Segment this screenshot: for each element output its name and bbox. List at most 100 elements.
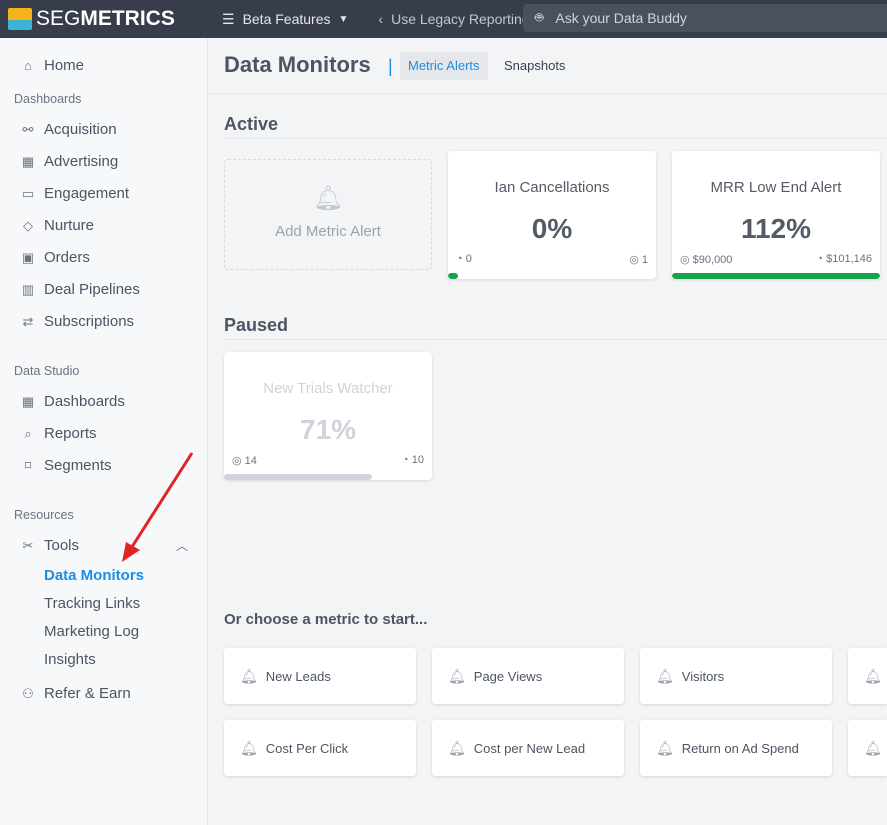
- card-title: New Trials Watcher: [263, 380, 393, 397]
- section-dashboards: Dashboards: [14, 92, 82, 106]
- add-metric-alert-button[interactable]: 🔔︎ Add Metric Alert: [224, 159, 432, 270]
- label: Segments: [44, 457, 112, 474]
- bell-icon: 🔔︎: [240, 739, 258, 756]
- tag-icon: ◇: [23, 217, 33, 233]
- home-icon: ⌂: [24, 57, 32, 73]
- target-value: 1: [641, 254, 648, 266]
- robot-icon: 🤖︎: [535, 9, 544, 25]
- progress-bar: [224, 474, 372, 480]
- sidebar-item-segments[interactable]: ⌑ Segments: [20, 457, 112, 474]
- sidebar-item-nurture[interactable]: ◇ Nurture: [20, 217, 94, 234]
- share-icon: ⚯: [22, 121, 34, 137]
- card-start: ◎ $90,000: [680, 254, 733, 266]
- card-value: 0%: [531, 213, 573, 244]
- beta-features-dropdown[interactable]: ☰ Beta Features ▼: [222, 11, 348, 28]
- message-icon: ▭: [21, 185, 35, 201]
- alert-card[interactable]: MRR Low End Alert 112% ◎ $90,000 ◔ $101,…: [672, 151, 880, 279]
- data-buddy-input[interactable]: 🤖︎ Ask your Data Buddy: [523, 4, 887, 32]
- sidebar-item-home[interactable]: ⌂ Home: [20, 57, 84, 74]
- beta-label: Beta Features: [242, 11, 331, 27]
- section-active: Active: [224, 114, 279, 134]
- ask-placeholder: Ask your Data Buddy: [555, 10, 687, 26]
- sidebar-item-advertising[interactable]: ▦ Advertising: [20, 153, 118, 170]
- page-title: Data Monitors: [224, 52, 371, 77]
- card-target: ◔ 10: [402, 454, 424, 466]
- bell-icon: 🔔︎: [864, 667, 882, 684]
- section-resources: Resources: [14, 508, 74, 522]
- divider: [208, 93, 887, 94]
- metric-option[interactable]: 🔔︎ Return on Ad Spend: [640, 720, 832, 776]
- target-value: 10: [411, 454, 424, 466]
- metric-option[interactable]: 🔔︎: [848, 648, 887, 704]
- card-target: ◎ 1: [629, 254, 648, 266]
- metric-option[interactable]: 🔔︎: [848, 720, 887, 776]
- sidebar-item-subscriptions[interactable]: ⇄ Subscriptions: [20, 313, 135, 330]
- card-value: 71%: [299, 414, 357, 445]
- users-icon: ⚇: [22, 685, 34, 701]
- label: Reports: [44, 425, 97, 442]
- bell-icon: 🔔︎: [656, 667, 674, 684]
- tools-icon: ✂: [22, 537, 34, 553]
- sidebar-item-orders[interactable]: ▣ Orders: [20, 249, 90, 266]
- tab-snapshots[interactable]: Snapshots: [496, 52, 573, 80]
- red-arrow-annotation: [122, 452, 194, 562]
- choose-metric-heading: Or choose a metric to start...: [224, 611, 428, 628]
- start-value: $90,000: [692, 254, 733, 266]
- tab-metric-alerts[interactable]: Metric Alerts: [400, 52, 488, 80]
- metric-option[interactable]: 🔔︎ Page Views: [432, 648, 624, 704]
- pipeline-icon: ▥: [21, 281, 35, 297]
- label: Visitors: [681, 668, 725, 684]
- bell-icon: 🔔︎: [312, 185, 344, 212]
- box-icon: ▣: [21, 249, 35, 265]
- label: Acquisition: [44, 121, 117, 138]
- metric-option[interactable]: 🔔︎ Visitors: [640, 648, 832, 704]
- card-start: ◔ 0: [456, 253, 472, 265]
- label: Orders: [44, 249, 90, 266]
- label: Dashboards: [44, 393, 125, 410]
- sidebar-item-dashboards[interactable]: ▦ Dashboards: [20, 393, 125, 410]
- metric-option[interactable]: 🔔︎ Cost per New Lead: [432, 720, 624, 776]
- card-title: Ian Cancellations: [494, 179, 610, 196]
- top-bar: SEGMETRICS ☰ Beta Features ▼ ‹ Use Legacy R…: [0, 0, 887, 38]
- legacy-reporting-link[interactable]: ‹ Use Legacy Reporting: [378, 11, 529, 27]
- grid-icon: ▦: [21, 393, 35, 409]
- progress-bar: [448, 273, 458, 279]
- sidebar-item-acquisition[interactable]: ⚯ Acquisition: [20, 121, 117, 138]
- logo[interactable]: SEGMETRICS: [8, 7, 208, 31]
- bell-icon: 🔔︎: [240, 667, 258, 684]
- metric-option[interactable]: 🔔︎ Cost Per Click: [224, 720, 416, 776]
- label: Engagement: [44, 185, 130, 202]
- sidebar-item-tracking-links[interactable]: Tracking Links: [44, 595, 140, 612]
- qr-icon: ▦: [21, 153, 35, 169]
- target-value: $101,146: [826, 253, 872, 265]
- sidebar-item-insights[interactable]: Insights: [44, 651, 96, 668]
- alert-card[interactable]: Ian Cancellations 0% ◔ 0 ◎ 1: [448, 151, 656, 279]
- legacy-label: Use Legacy Reporting: [391, 11, 530, 27]
- section-data-studio: Data Studio: [14, 364, 80, 378]
- chevron-left-icon: ‹: [378, 11, 384, 27]
- label: Home: [44, 57, 85, 74]
- label: Return on Ad Spend: [681, 740, 799, 756]
- card-title: MRR Low End Alert: [710, 179, 842, 196]
- sidebar-item-marketing-log[interactable]: Marketing Log: [44, 623, 139, 640]
- label: Tools: [44, 537, 80, 554]
- sidebar-item-engagement[interactable]: ▭ Engagement: [20, 185, 129, 202]
- bell-icon: 🔔︎: [448, 739, 466, 756]
- logo-text-bold: METRICS: [80, 7, 175, 30]
- label: Advertising: [44, 153, 119, 170]
- divider: [224, 138, 887, 139]
- sidebar-item-refer[interactable]: ⚇ Refer & Earn: [20, 685, 131, 702]
- progress-bar: [672, 273, 880, 279]
- sidebar-item-reports[interactable]: ⌕ Reports: [20, 425, 97, 442]
- sidebar: ⌂ Home Dashboards ⚯ Acquisition ▦ Advertisi…: [0, 38, 208, 825]
- sliders-icon: ☰: [222, 10, 235, 27]
- metric-option[interactable]: 🔔︎ New Leads: [224, 648, 416, 704]
- label: Deal Pipelines: [44, 281, 140, 298]
- divider: [224, 339, 887, 340]
- caret-down-icon: ▼: [338, 13, 349, 25]
- sidebar-item-deal-pipelines[interactable]: ▥ Deal Pipelines: [20, 281, 140, 298]
- logo-text: SEG: [36, 7, 81, 30]
- card-target: ◔ $101,146: [816, 253, 872, 265]
- alert-card[interactable]: New Trials Watcher 71% ◎ 14 ◔ 10: [224, 352, 432, 480]
- sidebar-item-data-monitors[interactable]: Data Monitors: [44, 567, 144, 584]
